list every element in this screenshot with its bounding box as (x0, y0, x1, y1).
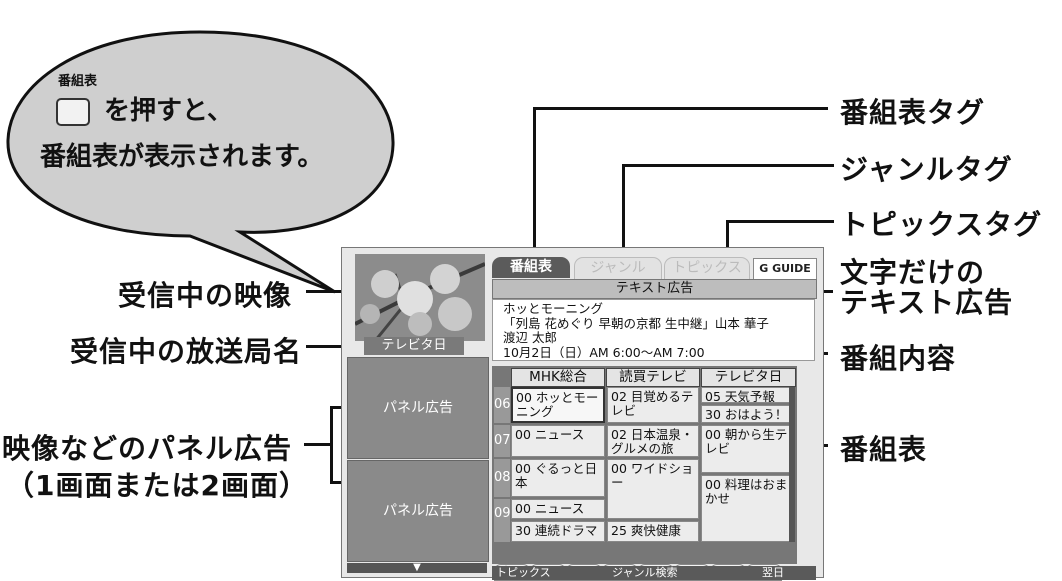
time-cell: 09 (494, 499, 511, 542)
program-cell[interactable]: 30 おはよう！ (701, 405, 795, 423)
tab-genre[interactable]: ジャンル (574, 257, 662, 279)
scroll-down-bar[interactable]: ▼ (347, 563, 487, 573)
triangle-down-icon: ▼ (413, 562, 421, 573)
program-cell-selected[interactable]: 00 ホッとモーニング (511, 387, 605, 423)
panel-ad-2[interactable]: パネル広告 (347, 460, 489, 562)
g-guide-logo: G GUIDE (753, 258, 817, 280)
leader-line (304, 443, 331, 446)
tab-topics[interactable]: トピックス (664, 257, 750, 279)
program-cell[interactable]: 00 朝から生テレビ (701, 425, 795, 473)
callout-station-name: 受信中の放送局名 (70, 335, 303, 368)
epg-key-icon (56, 97, 90, 126)
text-ad[interactable]: テキスト広告 (492, 279, 817, 299)
channel-header: MHK総合 (511, 368, 605, 387)
time-cell: 06 (494, 387, 511, 423)
bubble-line1: を押すと、 (104, 96, 233, 126)
program-cell[interactable]: 00 ぐるっと日本 (511, 459, 605, 497)
program-cell[interactable]: 00 ワイドショー (607, 459, 699, 519)
program-cell[interactable]: 02 目覚めるテレビ (607, 387, 699, 423)
callout-program-info: 番組内容 (840, 342, 957, 375)
cherry-blossom-image (355, 254, 485, 341)
next-day-button[interactable]: 翌日 (762, 566, 812, 580)
genre-search-button[interactable]: ジャンル検索 (612, 566, 732, 580)
leader-line (533, 107, 536, 267)
leader-line (533, 107, 828, 110)
channel-header: テレビタ日 (701, 368, 796, 387)
panel-ad-label: パネル広告 (383, 400, 453, 416)
callout-panel-ad-1: 映像などのパネル広告 (2, 432, 293, 465)
program-cell[interactable]: 00 ニュース (511, 425, 605, 457)
callout-text-ad-line1: 文字だけの (840, 256, 986, 289)
leader-line (726, 220, 834, 223)
program-table: MHK総合 読買テレビ テレビタ日 06 07 08 09 00 ホッとモーニン… (492, 366, 797, 564)
callout-text-ad-line2: テキスト広告 (840, 286, 1014, 319)
topics-button[interactable]: トピックス (496, 566, 596, 580)
leader-line (622, 164, 834, 167)
program-cast: 渡辺 太郎 (503, 330, 557, 345)
panel-ad-label: パネル広告 (383, 503, 453, 519)
program-title: ホッとモーニング (503, 301, 604, 316)
program-cell[interactable]: 00 ニュース (511, 499, 605, 519)
callout-program-table: 番組表 (840, 433, 928, 466)
program-cell[interactable]: 05 天気予報 (701, 387, 795, 403)
time-cell: 08 (494, 459, 511, 497)
callout-genre-tab: ジャンルタグ (840, 153, 1013, 186)
program-cell[interactable]: 00 料理はおまかせ (701, 475, 795, 542)
callout-text-ad: 文字だけの テキスト広告 (840, 258, 1013, 318)
program-info: ホッとモーニング 「列島 花めぐり 早朝の京都 生中継」山本 華子 渡辺 太郎 … (492, 299, 815, 361)
callout-live-video: 受信中の映像 (118, 279, 293, 312)
panel-ad-1[interactable]: パネル広告 (347, 357, 489, 459)
table-scrollbar[interactable] (789, 387, 795, 542)
tab-epg[interactable]: 番組表 (492, 257, 570, 278)
program-datetime: 10月2日（日）AM 6:00〜AM 7:00 (503, 344, 705, 360)
time-cell: 07 (494, 425, 511, 457)
program-description: 「列島 花めぐり 早朝の京都 生中継」山本 華子 (503, 315, 769, 331)
program-cell[interactable]: 25 爽快健康 (607, 521, 699, 542)
callout-topics-tab: トピックスタグ (840, 208, 1043, 241)
bubble-key-label: 番組表 (58, 74, 98, 89)
station-name: テレビタ日 (364, 337, 464, 355)
program-cell[interactable]: 30 連続ドラマ (511, 521, 605, 542)
bottom-button-bar: トピックス ジャンル検索 翌日 (492, 566, 816, 580)
callout-panel-ad-2: （1画面または2画面） (6, 469, 308, 502)
callout-epg-tab: 番組表タグ (840, 96, 986, 129)
live-video-thumbnail (355, 254, 485, 341)
bubble-line2: 番組表が表示されます。 (40, 142, 324, 172)
channel-header: 読買テレビ (606, 368, 700, 387)
program-cell[interactable]: 02 日本温泉・グルメの旅 (607, 425, 699, 457)
